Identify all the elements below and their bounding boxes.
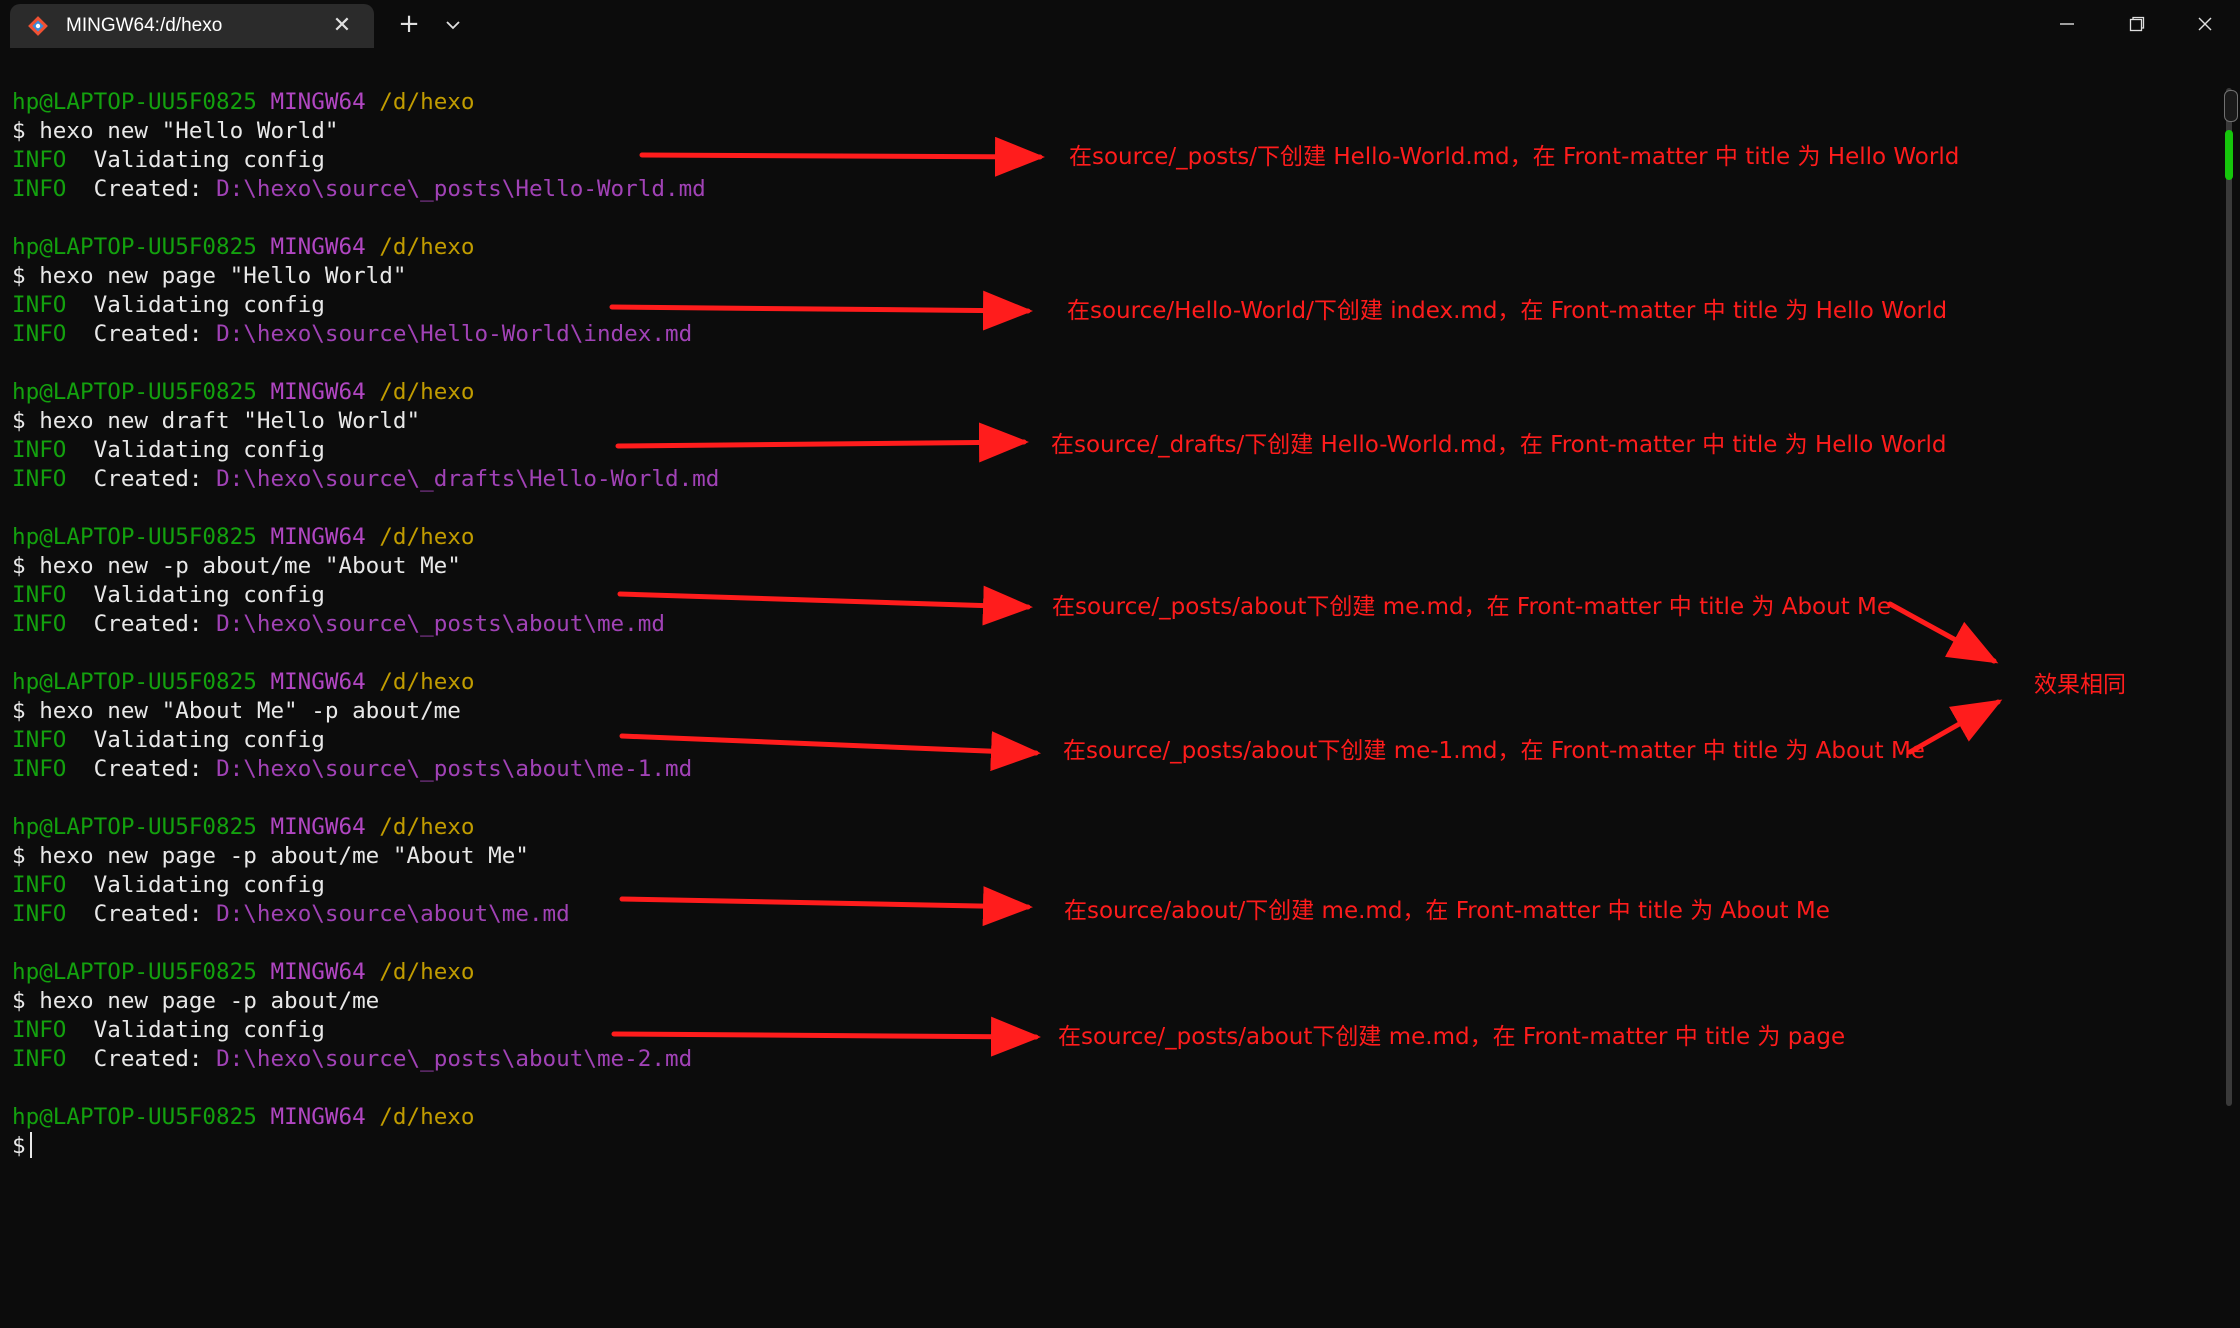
arrow-3 [615, 422, 1029, 463]
annotation-arrows [609, 136, 2003, 1057]
arrow-6 [619, 886, 1033, 927]
annotation-1: 在source/_posts/下创建 Hello-World.md，在 Fron… [1069, 144, 1960, 170]
annotation-6: 在source/about/下创建 me.md，在 Front-matter 中… [1064, 898, 1830, 924]
annotation-3: 在source/_drafts/下创建 Hello-World.md，在 Fro… [1051, 432, 1947, 458]
same-effect-note: 效果相同 [2034, 672, 2126, 698]
arrow-7 [611, 1016, 1041, 1057]
arrow-2 [609, 290, 1033, 331]
arrow-1 [639, 136, 1045, 177]
annotation-5: 在source/_posts/about下创建 me-1.md，在 Front-… [1063, 738, 1925, 764]
arrow-5 [619, 731, 1041, 772]
annotation-4: 在source/_posts/about下创建 me.md，在 Front-ma… [1052, 594, 1892, 620]
annotation-7: 在source/_posts/about下创建 me.md，在 Front-ma… [1058, 1024, 1846, 1050]
arrow-4 [617, 585, 1033, 626]
annotation-2: 在source/Hello-World/下创建 index.md，在 Front… [1067, 298, 1948, 324]
arrow-8 [1887, 601, 1999, 664]
